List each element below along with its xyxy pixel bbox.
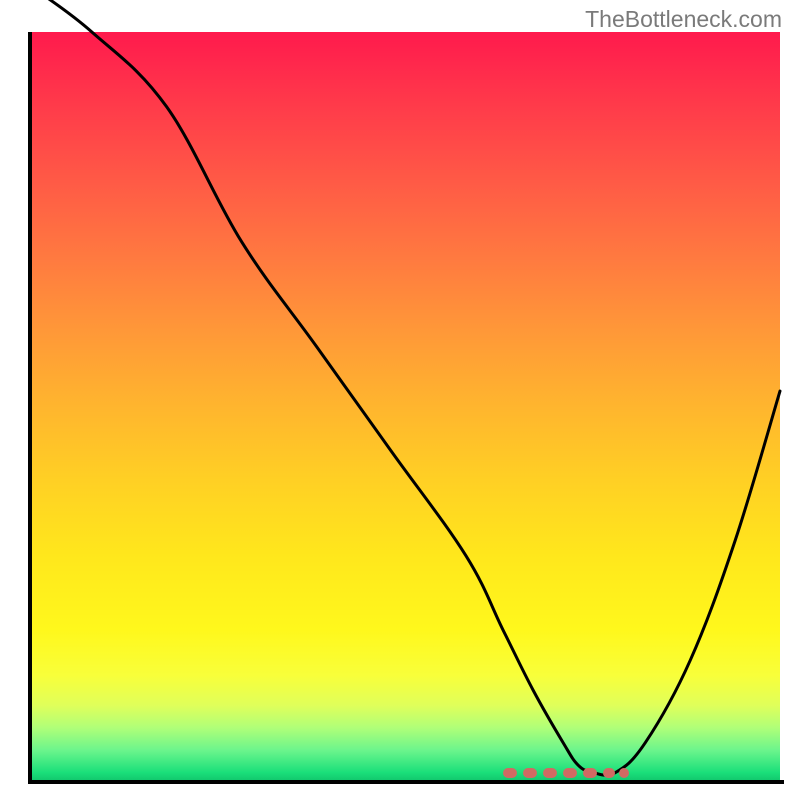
x-axis	[28, 780, 784, 784]
chart-container: TheBottleneck.com	[0, 0, 800, 800]
optimal-marker-segment	[503, 768, 517, 778]
optimal-marker-segment	[543, 768, 557, 778]
plot-area	[32, 32, 780, 780]
optimal-marker-band	[32, 32, 780, 780]
y-axis	[28, 32, 32, 784]
watermark-text: TheBottleneck.com	[585, 6, 782, 33]
optimal-marker-segment	[563, 768, 577, 778]
optimal-marker-dot	[619, 768, 629, 778]
optimal-marker-segment	[603, 768, 615, 778]
optimal-marker-segment	[583, 768, 597, 778]
optimal-marker-segment	[523, 768, 537, 778]
